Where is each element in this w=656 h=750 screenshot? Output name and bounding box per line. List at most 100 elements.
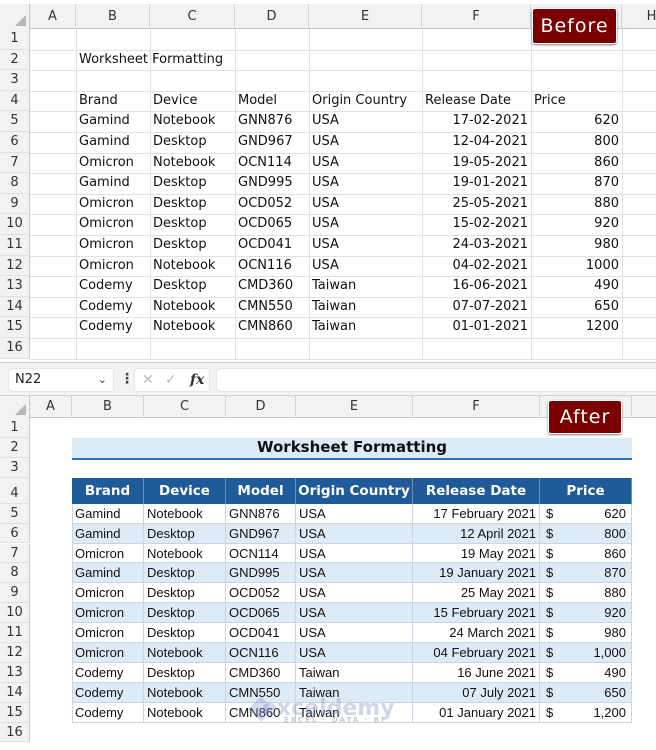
row-header-15[interactable]: 15 xyxy=(0,702,30,723)
data-cell[interactable]: Desktop xyxy=(144,662,226,683)
data-cell[interactable]: USA xyxy=(309,153,422,174)
price-cell[interactable]: $870 xyxy=(540,563,632,584)
select-all-corner[interactable] xyxy=(0,396,30,418)
data-cell[interactable]: Desktop xyxy=(150,235,235,256)
data-cell[interactable]: CMN550 xyxy=(235,297,309,318)
data-cell[interactable]: Codemy xyxy=(76,317,150,338)
row-header-6[interactable]: 6 xyxy=(0,132,30,153)
data-cell[interactable]: Notebook xyxy=(144,702,226,723)
data-cell[interactable]: 01-01-2021 xyxy=(422,317,531,338)
header-cell[interactable]: Origin Country xyxy=(309,91,410,112)
row-header-14[interactable]: 14 xyxy=(0,296,30,318)
data-cell[interactable]: CMD360 xyxy=(226,662,296,683)
row-header-3[interactable]: 3 xyxy=(0,70,30,91)
header-cell[interactable]: Device xyxy=(144,477,226,504)
data-cell[interactable]: Taiwan xyxy=(309,276,422,297)
data-cell[interactable]: Codemy xyxy=(72,662,144,683)
formula-input[interactable] xyxy=(216,368,656,392)
data-cell[interactable]: GNN876 xyxy=(226,503,296,524)
header-cell[interactable]: Price xyxy=(531,91,569,112)
price-cell[interactable]: $490 xyxy=(540,662,632,683)
header-cell[interactable]: Release Date xyxy=(422,91,514,112)
data-cell[interactable]: 870 xyxy=(531,173,622,194)
data-cell[interactable]: USA xyxy=(296,623,413,643)
price-cell[interactable]: $1,000 xyxy=(540,643,632,663)
row-header-8[interactable]: 8 xyxy=(0,173,30,194)
data-cell[interactable]: Gamind xyxy=(76,111,150,132)
data-cell[interactable]: Notebook xyxy=(150,297,235,318)
data-cell[interactable]: Codemy xyxy=(76,276,150,297)
row-header-16[interactable]: 16 xyxy=(0,338,30,359)
data-cell[interactable]: Desktop xyxy=(144,583,226,604)
data-cell[interactable]: USA xyxy=(309,256,422,277)
data-cell[interactable]: GND967 xyxy=(226,523,296,544)
data-cell[interactable]: Desktop xyxy=(144,623,226,643)
data-cell[interactable]: OCD052 xyxy=(226,583,296,604)
col-header-d[interactable]: D xyxy=(226,396,296,418)
data-cell[interactable]: 980 xyxy=(531,235,622,256)
data-cell[interactable]: Notebook xyxy=(150,111,235,132)
data-cell[interactable]: USA xyxy=(296,563,413,584)
data-cell[interactable]: USA xyxy=(309,235,422,256)
data-cell[interactable]: Omicron xyxy=(72,543,144,564)
header-cell[interactable]: Brand xyxy=(76,91,121,112)
row-header-3[interactable]: 3 xyxy=(0,457,30,478)
data-cell[interactable]: 490 xyxy=(531,276,622,297)
data-cell[interactable]: USA xyxy=(309,111,422,132)
data-cell[interactable]: USA xyxy=(309,132,422,153)
data-cell[interactable]: Codemy xyxy=(76,297,150,318)
data-cell[interactable]: Desktop xyxy=(150,214,235,235)
price-cell[interactable]: $920 xyxy=(540,603,632,624)
data-cell[interactable]: Omicron xyxy=(76,214,150,235)
row-header-1[interactable]: 1 xyxy=(0,29,30,50)
data-cell[interactable]: Desktop xyxy=(150,132,235,153)
data-cell[interactable]: Codemy xyxy=(72,682,144,703)
data-cell[interactable]: 24-03-2021 xyxy=(422,235,531,256)
data-cell[interactable]: 800 xyxy=(531,132,622,153)
row-header-11[interactable]: 11 xyxy=(0,235,30,256)
col-header-e[interactable]: E xyxy=(296,396,413,418)
data-cell[interactable]: Desktop xyxy=(144,523,226,544)
data-cell[interactable]: USA xyxy=(309,214,422,235)
row-header-12[interactable]: 12 xyxy=(0,643,30,663)
data-cell[interactable]: 07 July 2021 xyxy=(413,682,540,703)
data-cell[interactable]: GND995 xyxy=(235,173,309,194)
data-cell[interactable]: Notebook xyxy=(150,153,235,174)
data-cell[interactable]: USA xyxy=(296,603,413,624)
data-cell[interactable]: 25 May 2021 xyxy=(413,583,540,604)
col-header-a[interactable]: A xyxy=(30,4,76,29)
sheet-title[interactable]: Worksheet Formatting xyxy=(72,437,632,460)
data-cell[interactable]: 880 xyxy=(531,194,622,215)
data-cell[interactable]: 920 xyxy=(531,214,622,235)
col-header-b[interactable]: B xyxy=(76,4,150,29)
data-cell[interactable]: USA xyxy=(309,173,422,194)
data-cell[interactable]: 15 February 2021 xyxy=(413,603,540,624)
data-cell[interactable]: GND995 xyxy=(226,563,296,584)
data-cell[interactable]: Notebook xyxy=(150,317,235,338)
data-cell[interactable]: CMD360 xyxy=(235,276,309,297)
row-header-2[interactable]: 2 xyxy=(0,437,30,458)
col-header-f[interactable]: F xyxy=(413,396,540,418)
data-cell[interactable]: Gamind xyxy=(76,132,150,153)
row-header-9[interactable]: 9 xyxy=(0,193,30,215)
data-cell[interactable]: 04 February 2021 xyxy=(413,643,540,663)
price-cell[interactable]: $1,200 xyxy=(540,702,632,723)
data-cell[interactable]: Notebook xyxy=(144,503,226,524)
header-cell[interactable]: Release Date xyxy=(413,477,540,504)
cancel-icon[interactable]: ✕ xyxy=(142,369,154,391)
data-cell[interactable]: Desktop xyxy=(144,563,226,584)
data-cell[interactable]: OCN114 xyxy=(226,543,296,564)
data-cell[interactable]: 01 January 2021 xyxy=(413,702,540,723)
row-header-5[interactable]: 5 xyxy=(0,111,30,132)
data-cell[interactable]: 17 February 2021 xyxy=(413,503,540,524)
row-header-13[interactable]: 13 xyxy=(0,276,30,297)
data-cell[interactable]: Notebook xyxy=(144,682,226,703)
data-cell[interactable]: Gamind xyxy=(76,173,150,194)
data-cell[interactable]: Omicron xyxy=(76,153,150,174)
select-all-corner[interactable] xyxy=(0,4,30,29)
header-cell[interactable]: Device xyxy=(150,91,200,112)
data-cell[interactable]: Omicron xyxy=(76,194,150,215)
header-cell[interactable]: Model xyxy=(235,91,280,112)
row-header-13[interactable]: 13 xyxy=(0,662,30,683)
data-cell[interactable]: Gamind xyxy=(72,523,144,544)
